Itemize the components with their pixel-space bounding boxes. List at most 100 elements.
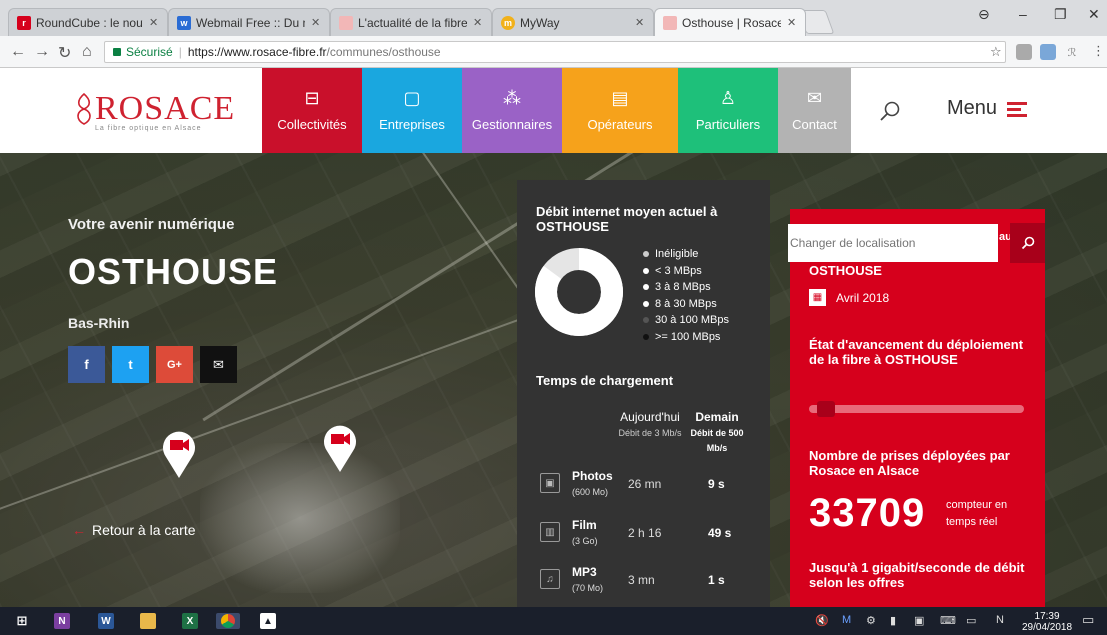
browser-tab[interactable]: m MyWay ✕ xyxy=(492,8,654,36)
close-tab-icon[interactable]: ✕ xyxy=(635,16,645,29)
restore-icon[interactable]: ❐ xyxy=(1054,6,1067,23)
row-tomorrow: 1 s xyxy=(708,573,725,587)
counter-note-line: temps réel xyxy=(946,516,998,528)
close-tab-icon[interactable]: ✕ xyxy=(149,16,159,29)
location-search-button[interactable] xyxy=(1010,223,1045,263)
excel-icon[interactable]: X xyxy=(182,613,198,629)
building-icon: ⊟ xyxy=(304,88,320,108)
site-search-button[interactable] xyxy=(851,68,929,153)
camera-map-pin-icon[interactable] xyxy=(322,423,358,473)
connection-counter: 33709 xyxy=(809,491,926,535)
search-icon xyxy=(880,101,900,121)
table-row: ▥ Film (3 Go) 2 h 16 49 s xyxy=(540,518,760,554)
column-tomorrow-label: Demain xyxy=(695,410,739,424)
nav-label: Contact xyxy=(792,117,837,132)
gigabit-heading: Jusqu'à 1 gigabit/seconde de débit selon… xyxy=(809,560,1025,590)
legend-dot xyxy=(643,300,649,307)
browser-tab-active[interactable]: Osthouse | Rosace ✕ xyxy=(654,8,806,36)
back-to-map-link[interactable]: ← Retour à la carte xyxy=(72,522,196,538)
nav-label: Collectivités xyxy=(277,117,347,132)
nav-entreprises[interactable]: ▢ Entreprises xyxy=(362,68,462,153)
facebook-share-button[interactable]: f xyxy=(68,346,105,383)
camera-map-pin-icon[interactable] xyxy=(161,429,197,479)
nav-gestionnaires[interactable]: ⁂ Gestionnaires xyxy=(462,68,562,153)
location-search-input[interactable] xyxy=(788,224,998,262)
browser-tab[interactable]: r RoundCube : le nouveau ✕ xyxy=(8,8,168,36)
hero-map[interactable]: Votre avenir numérique OSTHOUSE Bas-Rhin… xyxy=(0,153,1107,607)
app-tray-icon[interactable]: ▣ xyxy=(914,614,924,627)
envelope-icon: ✉ xyxy=(213,356,224,372)
address-bar[interactable]: Sécurisé | https://www.rosace-fibre.fr /… xyxy=(104,41,1006,63)
photos-icon[interactable]: ▲ xyxy=(260,613,276,629)
close-tab-icon[interactable]: ✕ xyxy=(787,16,797,29)
chrome-taskbar-icon[interactable] xyxy=(216,613,240,629)
legend-item: 8 à 30 MBps xyxy=(643,296,729,313)
extension-icon[interactable] xyxy=(1016,44,1032,60)
windows-start-icon[interactable]: ⊞ xyxy=(14,613,30,629)
notifications-icon[interactable]: ▭ xyxy=(1082,612,1094,628)
network-tray-icon[interactable]: ⚙ xyxy=(866,614,876,627)
nav-collectivites[interactable]: ⊟ Collectivités xyxy=(262,68,362,153)
search-icon xyxy=(1021,236,1034,250)
onenote-icon[interactable]: N xyxy=(54,613,70,629)
roundcube-favicon-icon: r xyxy=(17,15,31,30)
google-plus-share-button[interactable]: G+ xyxy=(156,346,193,383)
minimize-icon[interactable]: – xyxy=(1019,6,1027,22)
row-size: (70 Mo) xyxy=(572,583,604,593)
url-domain: https://www.rosace-fibre.fr xyxy=(187,45,327,59)
back-arrow-icon[interactable]: ← xyxy=(10,43,26,61)
extension-icon[interactable] xyxy=(1040,44,1056,60)
back-label: Retour à la carte xyxy=(92,522,196,538)
nav-operateurs[interactable]: ▤ Opérateurs xyxy=(562,68,678,153)
tab-title: Osthouse | Rosace xyxy=(682,15,781,30)
bookmark-star-icon[interactable]: ☆ xyxy=(990,44,1002,60)
column-tomorrow-sub: Débit de 500 Mb/s xyxy=(690,428,744,453)
rosace-logo[interactable]: ROSACE La fibre optique en Alsace xyxy=(73,86,234,136)
browser-tab-bar: r RoundCube : le nouveau ✕ w Webmail Fre… xyxy=(0,0,1107,36)
extension-r-icon[interactable]: ℛ xyxy=(1064,44,1080,60)
hero-subtitle: Votre avenir numérique xyxy=(68,216,235,233)
deployment-date: ▦ Avril 2018 xyxy=(809,289,889,306)
volume-muted-icon[interactable]: 🔇 xyxy=(815,614,829,627)
language-tray-icon[interactable]: N xyxy=(996,614,1004,626)
taskbar-clock[interactable]: 17:39 29/04/2018 xyxy=(1022,611,1072,633)
webmail-favicon-icon: w xyxy=(177,15,191,30)
nav-label: Entreprises xyxy=(379,117,445,132)
battery-tray-icon[interactable]: ▮ xyxy=(890,614,896,627)
close-tab-icon[interactable]: ✕ xyxy=(311,16,321,29)
word-icon[interactable]: W xyxy=(98,613,114,629)
legend-label: 30 à 100 MBps xyxy=(655,314,729,326)
url-separator: | xyxy=(178,45,182,59)
mail-tray-icon[interactable]: M xyxy=(842,614,851,626)
facebook-icon: f xyxy=(84,357,89,372)
tab-title: L'actualité de la fibre opt xyxy=(358,15,467,30)
file-explorer-icon[interactable] xyxy=(140,613,156,629)
menu-button[interactable]: Menu xyxy=(947,97,1028,120)
home-icon[interactable]: ⌂ xyxy=(82,43,92,61)
display-tray-icon[interactable]: ▭ xyxy=(966,614,976,627)
nav-contact[interactable]: ✉ Contact xyxy=(778,68,851,153)
briefcase-icon: ▢ xyxy=(403,88,421,108)
rose-logo-icon xyxy=(77,92,91,125)
profile-icon[interactable]: ⊖ xyxy=(978,6,990,23)
browser-tab[interactable]: w Webmail Free :: Du nouve ✕ xyxy=(168,8,330,36)
email-share-button[interactable]: ✉ xyxy=(200,346,237,383)
close-tab-icon[interactable]: ✕ xyxy=(473,16,483,29)
twitter-share-button[interactable]: t xyxy=(112,346,149,383)
row-tomorrow: 9 s xyxy=(708,477,725,491)
row-name: Film xyxy=(572,518,597,532)
chrome-menu-icon[interactable]: ⋮ xyxy=(1092,43,1105,59)
column-today-sub: Débit de 3 Mb/s xyxy=(618,428,682,438)
legend-item: >= 100 MBps xyxy=(643,329,729,346)
reload-icon[interactable]: ↻ xyxy=(58,43,71,63)
nav-particuliers[interactable]: ♙ Particuliers xyxy=(678,68,778,153)
legend-dot xyxy=(643,333,649,340)
photo-icon: ▣ xyxy=(540,473,560,493)
column-today-label: Aujourd'hui xyxy=(620,410,680,424)
close-window-icon[interactable]: ✕ xyxy=(1088,6,1100,23)
browser-tab[interactable]: L'actualité de la fibre opt ✕ xyxy=(330,8,492,36)
forward-arrow-icon[interactable]: → xyxy=(34,43,50,61)
music-icon: ♫ xyxy=(540,569,560,589)
rosace-favicon-icon xyxy=(663,15,677,30)
keyboard-tray-icon[interactable]: ⌨ xyxy=(940,614,956,627)
